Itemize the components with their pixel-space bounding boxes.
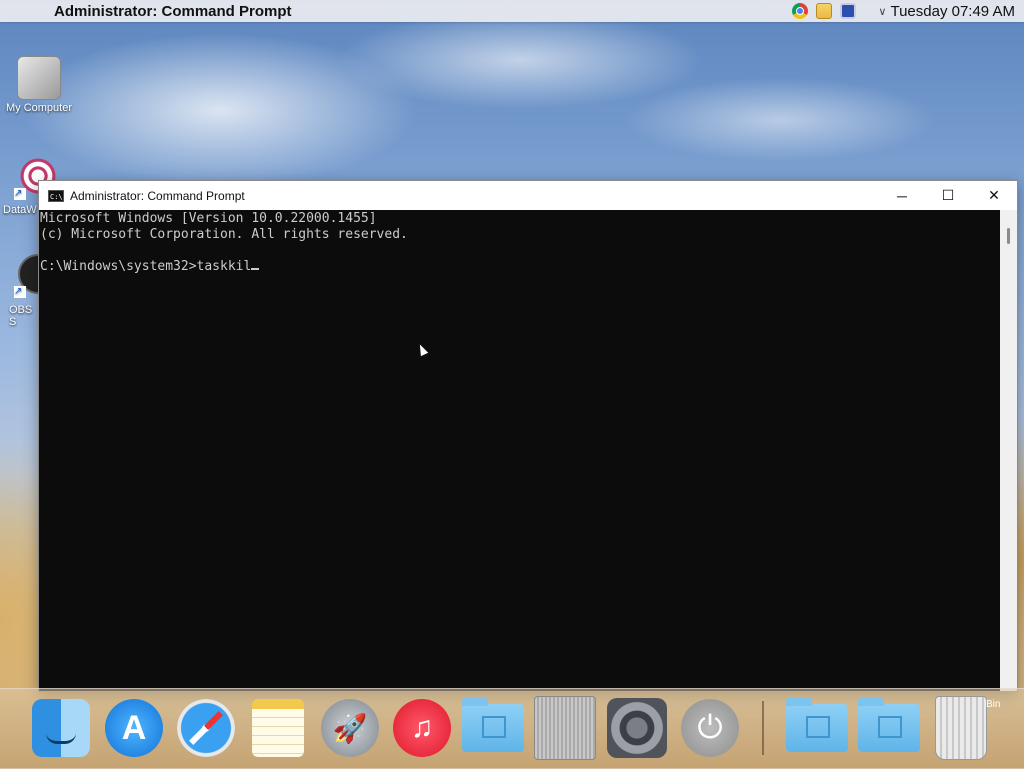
console-prompt-input[interactable]: C:\Windows\system32>taskkil	[40, 259, 251, 274]
dock-item-safari[interactable]	[175, 697, 237, 759]
shortcut-arrow-icon: ↗	[14, 286, 26, 298]
menu-bar-tray: ∨ Tuesday 07:49 AM	[792, 0, 1024, 22]
console-line-copyright: (c) Microsoft Corporation. All rights re…	[40, 227, 408, 242]
console-line-version: Microsoft Windows [Version 10.0.22000.14…	[40, 211, 377, 226]
maximize-button[interactable]: ☐	[925, 181, 971, 210]
desktop-icon-obs[interactable]: ↗ OBS S	[0, 254, 58, 328]
dock-item-app-store[interactable]: A	[103, 697, 165, 759]
desktop-icon-label: My Computer	[5, 102, 73, 114]
mac-pro-icon	[534, 696, 596, 760]
desktop-icon-my-computer[interactable]: My Computer	[0, 56, 78, 114]
desktop-icon-label: DataW	[3, 204, 37, 216]
console-output-area[interactable]: Microsoft Windows [Version 10.0.22000.14…	[39, 210, 1000, 691]
dock-item-power[interactable]: ⏻	[679, 697, 741, 759]
active-app-title: Administrator: Command Prompt	[54, 2, 292, 20]
dock-separator	[762, 701, 764, 755]
dock-item-finder[interactable]	[30, 697, 92, 759]
dock-item-applications-folder[interactable]	[462, 697, 524, 759]
vertical-scrollbar[interactable]	[1000, 210, 1017, 691]
dock-item-music[interactable]: ♫	[391, 697, 453, 759]
finder-icon	[32, 699, 90, 757]
dock-item-system-preferences[interactable]	[606, 697, 668, 759]
desktop-icon-label: OBS S	[9, 304, 33, 328]
documents-folder-icon	[786, 698, 848, 752]
monitor-tray-icon[interactable]	[840, 3, 857, 19]
command-prompt-window[interactable]: C:\ Administrator: Command Prompt ─ ☐ ✕ …	[38, 180, 1018, 692]
dock-item-notes[interactable]	[247, 697, 309, 759]
window-title: Administrator: Command Prompt	[70, 188, 245, 203]
chrome-tray-icon[interactable]	[792, 3, 809, 19]
window-titlebar[interactable]: C:\ Administrator: Command Prompt ─ ☐ ✕	[39, 181, 1017, 210]
computer-icon	[17, 56, 61, 100]
trash-icon	[935, 696, 987, 760]
safari-icon	[177, 699, 235, 757]
desktop-icon-datawatch[interactable]: ↗ DataW	[0, 154, 60, 216]
power-icon: ⏻	[681, 699, 739, 757]
dock-item-launchpad[interactable]: 🚀	[319, 697, 381, 759]
dock-item-mac-pro[interactable]	[534, 696, 596, 760]
dock-item-documents-folder[interactable]	[786, 697, 848, 759]
chevron-down-icon[interactable]: ∨	[878, 5, 886, 18]
close-button[interactable]: ✕	[971, 181, 1017, 210]
app-store-icon: A	[105, 699, 163, 757]
music-icon: ♫	[393, 699, 451, 757]
file-explorer-tray-icon[interactable]	[816, 3, 833, 19]
shortcut-arrow-icon: ↗	[14, 188, 26, 200]
trash-label: Bin	[986, 699, 1001, 710]
dock-item-downloads-folder[interactable]	[858, 697, 920, 759]
applications-folder-icon	[462, 698, 524, 752]
dock-item-trash[interactable]	[930, 696, 992, 760]
dock: A 🚀 ♫ ⏻ Bin	[0, 688, 1024, 769]
menu-bar: Administrator: Command Prompt ∨ Tuesday …	[0, 0, 1024, 22]
text-cursor	[251, 268, 260, 270]
scrollbar-thumb[interactable]	[1007, 228, 1010, 244]
minimize-button[interactable]: ─	[879, 181, 925, 210]
downloads-folder-icon	[858, 698, 920, 752]
system-preferences-icon	[607, 698, 667, 758]
notes-icon	[252, 699, 304, 757]
menu-bar-clock[interactable]: Tuesday 07:49 AM	[890, 3, 1015, 20]
console-text: Microsoft Windows [Version 10.0.22000.14…	[39, 210, 1000, 275]
command-prompt-icon: C:\	[48, 189, 64, 202]
launchpad-icon: 🚀	[321, 699, 379, 757]
